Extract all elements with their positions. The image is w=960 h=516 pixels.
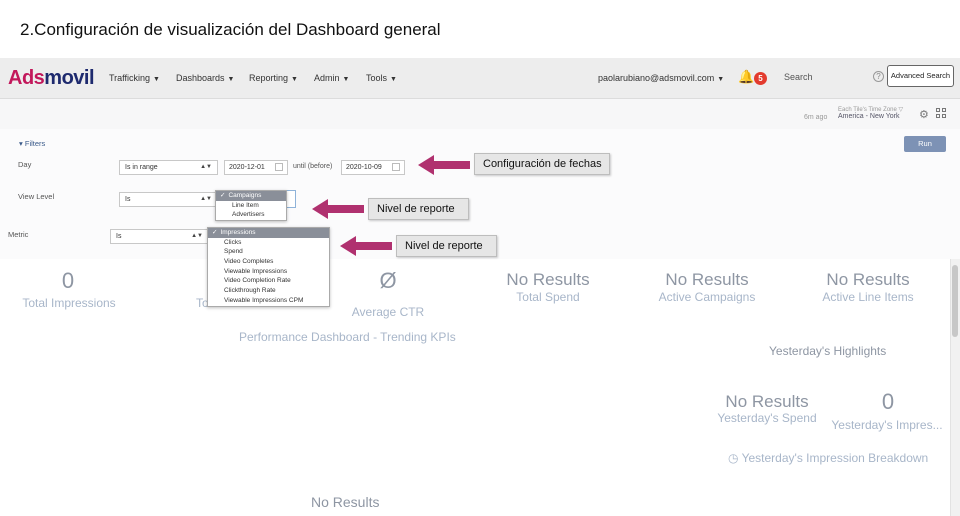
chevron-down-icon: ▼ bbox=[227, 76, 235, 83]
timezone-label[interactable]: Each Tile's Time Zone ▽ bbox=[838, 106, 903, 113]
nav-dashboards[interactable]: Dashboards ▼ bbox=[176, 73, 234, 83]
checkmark-icon: ✓ bbox=[212, 229, 218, 236]
trending-kpis-title: Performance Dashboard - Trending KPIs bbox=[239, 330, 456, 344]
nav-admin[interactable]: Admin ▼ bbox=[314, 73, 349, 83]
option-video-completion-rate[interactable]: Video Completion Rate bbox=[208, 276, 329, 286]
kpi-value-active-campaigns: No Results bbox=[665, 270, 749, 289]
last-updated: 6m ago bbox=[804, 114, 828, 121]
option-advertisers[interactable]: Advertisers bbox=[216, 210, 286, 220]
callout-arrow-level1 bbox=[312, 199, 364, 219]
top-navigation: Adsmovil Trafficking ▼ Dashboards ▼ Report… bbox=[0, 58, 960, 99]
chevron-down-icon: ▼ bbox=[342, 76, 350, 83]
calendar-icon[interactable] bbox=[275, 163, 283, 171]
user-menu[interactable]: paolarubiano@adsmovil.com ▼ bbox=[598, 73, 724, 83]
chevron-down-icon: ▼ bbox=[291, 76, 298, 83]
kpi-label-average-ctr: Average CTR bbox=[351, 305, 425, 319]
filters-toggle[interactable]: ▾ Filters bbox=[19, 139, 45, 148]
callout-arrow-dates bbox=[418, 155, 470, 175]
yesterday-spend-value: No Results bbox=[725, 392, 809, 411]
day-operator-select[interactable]: Is in range ▲▼ bbox=[119, 160, 218, 175]
option-spend[interactable]: Spend bbox=[208, 247, 329, 257]
notification-badge: 5 bbox=[754, 72, 767, 85]
select-arrows-icon: ▲▼ bbox=[200, 196, 212, 202]
day-label: Day bbox=[18, 160, 32, 169]
kpi-value-total-impressions: 0 bbox=[61, 268, 75, 293]
option-campaigns[interactable]: ✓ Campaigns bbox=[216, 191, 286, 201]
gear-icon[interactable]: ⚙ bbox=[919, 108, 929, 121]
bell-icon[interactable]: 🔔 bbox=[738, 69, 754, 85]
kpi-value-total-spend: No Results bbox=[506, 270, 590, 289]
chevron-down-icon: ▼ bbox=[153, 76, 160, 83]
option-clickthrough-rate[interactable]: Clickthrough Rate bbox=[208, 286, 329, 296]
option-viewable-impressions[interactable]: Viewable Impressions bbox=[208, 267, 329, 277]
kpi-label-active-line-items: Active Line Items bbox=[822, 290, 914, 304]
bottom-no-results: No Results bbox=[311, 494, 380, 510]
kpi-label-active-campaigns: Active Campaigns bbox=[658, 290, 756, 304]
metric-dropdown[interactable]: ✓ Impressions Clicks Spend Video Complete… bbox=[207, 227, 330, 307]
option-clicks[interactable]: Clicks bbox=[208, 238, 329, 248]
select-arrows-icon: ▲▼ bbox=[200, 164, 212, 170]
search-input[interactable]: Search bbox=[784, 72, 813, 82]
calendar-icon[interactable] bbox=[392, 163, 400, 171]
date-from-input[interactable]: 2020-12-01 bbox=[224, 160, 288, 175]
chevron-down-icon: ▼ bbox=[717, 76, 725, 83]
metric-operator-select[interactable]: Is ▲▼ bbox=[110, 229, 209, 244]
advanced-search-button[interactable]: Advanced Search bbox=[887, 65, 954, 87]
option-viewable-impressions-cpm[interactable]: Viewable Impressions CPM bbox=[208, 296, 329, 306]
metric-label: Metric bbox=[8, 230, 29, 239]
scrollbar-thumb[interactable] bbox=[952, 265, 958, 337]
view-level-operator-select[interactable]: Is ▲▼ bbox=[119, 192, 218, 207]
callout-arrow-level2 bbox=[340, 236, 392, 256]
yesterday-spend-label: Yesterday's Spend bbox=[717, 411, 817, 425]
clock-icon: ◷ bbox=[728, 451, 742, 465]
yesterday-impressions-value: 0 bbox=[881, 389, 895, 414]
adsmovil-logo[interactable]: Adsmovil bbox=[8, 67, 95, 90]
chevron-down-icon: ▼ bbox=[390, 76, 397, 83]
view-level-dropdown[interactable]: ✓ Campaigns Line Item Advertisers bbox=[215, 190, 287, 222]
option-impressions[interactable]: ✓ Impressions bbox=[208, 228, 329, 238]
checkmark-icon: ✓ bbox=[220, 192, 226, 199]
yesterday-impressions-label: Yesterday's Impres... bbox=[831, 418, 943, 432]
nav-reporting[interactable]: Reporting ▼ bbox=[249, 73, 298, 83]
select-arrows-icon: ▲▼ bbox=[191, 233, 203, 239]
timezone-value[interactable]: America - New York bbox=[838, 113, 899, 120]
callout-dates: Configuración de fechas bbox=[474, 153, 610, 175]
kpi-value-active-line-items: No Results bbox=[826, 270, 910, 289]
document-title: 2.Configuración de visualización del Das… bbox=[20, 20, 441, 39]
nav-tools[interactable]: Tools ▼ bbox=[366, 73, 397, 83]
until-label: until (before) bbox=[293, 163, 333, 170]
yesterday-highlights-title: Yesterday's Highlights bbox=[769, 344, 887, 358]
impression-breakdown-title: ◷ Yesterday's Impression Breakdown bbox=[728, 451, 929, 465]
kpi-value-average-ctr: Ø bbox=[379, 268, 397, 293]
help-icon[interactable]: ? bbox=[873, 71, 884, 82]
callout-level1: Nivel de reporte bbox=[368, 198, 469, 220]
grid-icon[interactable] bbox=[936, 108, 946, 118]
kpi-label-total-spend: Total Spend bbox=[516, 290, 580, 304]
option-video-completes[interactable]: Video Completes bbox=[208, 257, 329, 267]
date-to-input[interactable]: 2020-10-09 bbox=[341, 160, 405, 175]
callout-level2: Nivel de reporte bbox=[396, 235, 497, 257]
option-line-item[interactable]: Line Item bbox=[216, 201, 286, 211]
kpi-label-total-impressions: Total Impressions bbox=[22, 296, 116, 310]
view-level-label: View Level bbox=[18, 192, 55, 201]
run-button[interactable]: Run bbox=[904, 136, 946, 152]
nav-trafficking[interactable]: Trafficking ▼ bbox=[109, 73, 160, 83]
